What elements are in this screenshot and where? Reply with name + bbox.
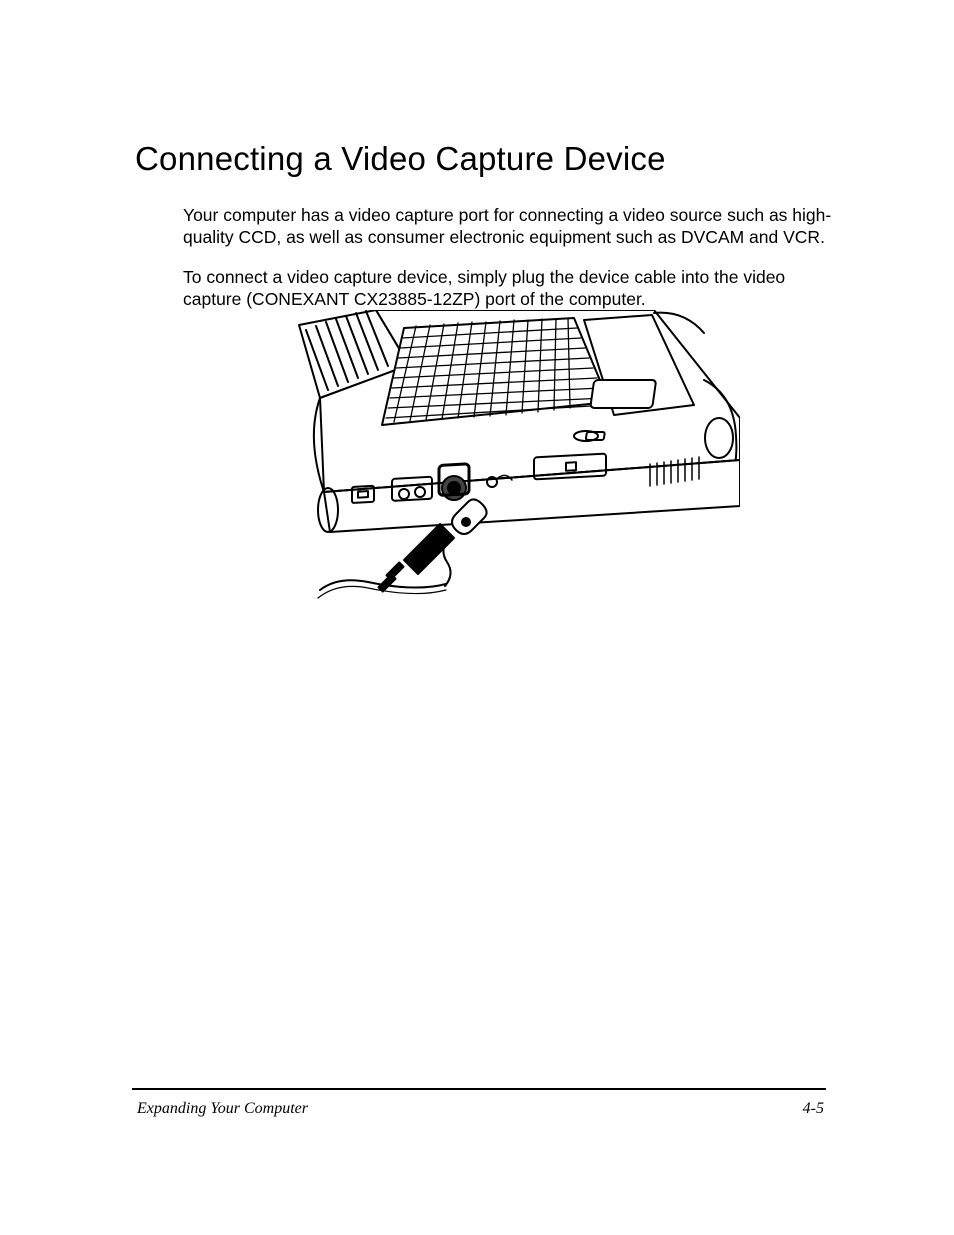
footer-page-number: 4-5	[803, 1100, 824, 1118]
paragraph-2: To connect a video capture device, simpl…	[183, 267, 843, 311]
laptop-port-illustration	[294, 310, 740, 602]
footer-rule	[132, 1088, 826, 1090]
page-heading: Connecting a Video Capture Device	[135, 140, 666, 178]
paragraph-1: Your computer has a video capture port f…	[183, 205, 843, 249]
footer-section-title: Expanding Your Computer	[137, 1100, 308, 1118]
